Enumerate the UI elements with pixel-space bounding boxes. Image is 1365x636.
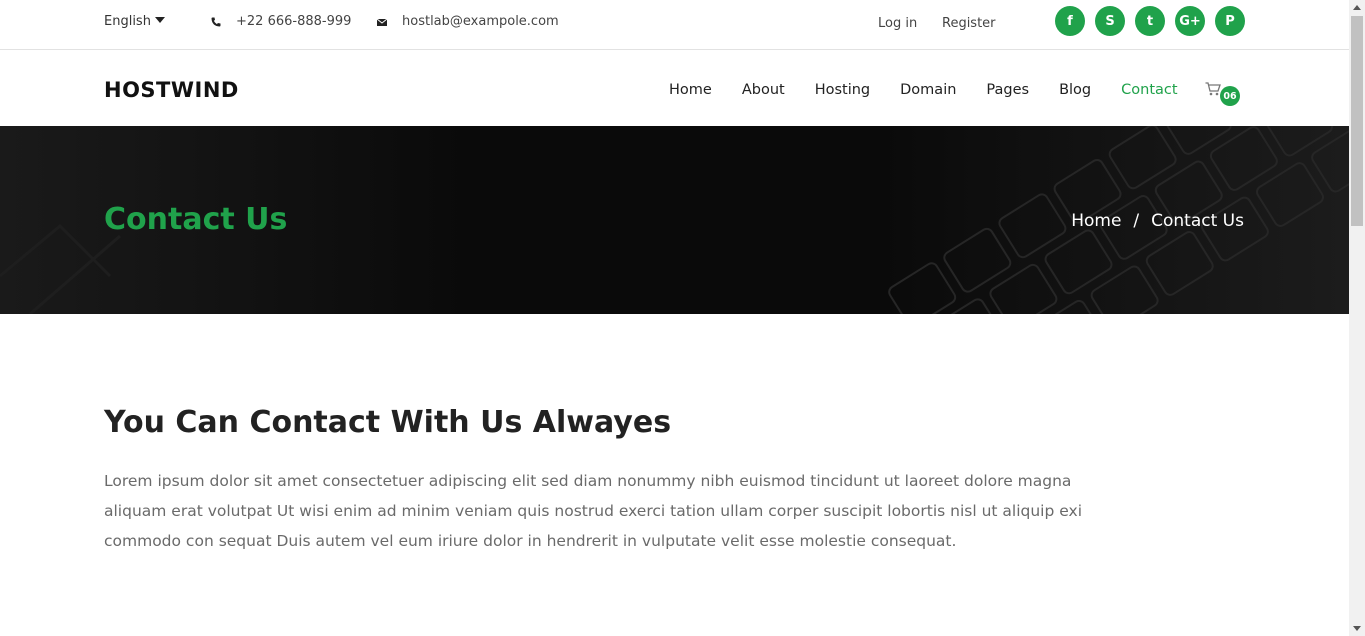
social-links: f S t G+ P (1055, 6, 1245, 36)
breadcrumb-current: Contact Us (1151, 211, 1244, 231)
breadcrumb: Home / Contact Us (1071, 211, 1244, 231)
facebook-icon[interactable]: f (1055, 6, 1085, 36)
language-label: English (104, 14, 151, 29)
google-plus-glyph: G+ (1179, 13, 1201, 29)
nav-item-contact[interactable]: Contact (1121, 82, 1177, 98)
pinterest-glyph: P (1225, 13, 1235, 29)
scroll-down-icon[interactable] (1353, 626, 1361, 631)
skype-icon[interactable]: S (1095, 6, 1125, 36)
nav-item-domain[interactable]: Domain (900, 82, 956, 98)
cart-count-badge: 06 (1220, 86, 1240, 106)
envelope-icon (376, 18, 388, 26)
phone-number: +22 666-888-999 (236, 14, 352, 29)
email-info: hostlab@exampole.com (376, 14, 559, 29)
scroll-up-icon[interactable] (1353, 5, 1361, 10)
login-link[interactable]: Log in (878, 16, 917, 31)
page-title: Contact Us (104, 202, 288, 237)
breadcrumb-separator: / (1133, 211, 1140, 231)
section-heading: You Can Contact With Us Alwayes (104, 405, 672, 440)
facebook-glyph: f (1067, 13, 1073, 29)
twitter-glyph: t (1146, 13, 1154, 29)
scrollbar-thumb[interactable] (1351, 16, 1363, 226)
phone-info: +22 666-888-999 (210, 14, 351, 29)
nav-item-about[interactable]: About (742, 82, 785, 98)
breadcrumb-home[interactable]: Home (1071, 211, 1121, 231)
caret-down-icon (154, 17, 165, 23)
page-scrollbar[interactable] (1349, 0, 1365, 636)
phone-icon (211, 17, 221, 26)
main-menu: Home About Hosting Domain Pages Blog Con… (669, 82, 1178, 98)
cart-button[interactable]: 06 (1205, 81, 1240, 106)
top-bar: English +22 666-888-999 hostlab@exampole… (0, 0, 1349, 50)
nav-item-pages[interactable]: Pages (986, 82, 1029, 98)
main-navbar: HOSTWIND Home About Hosting Domain Pages… (0, 51, 1349, 126)
pinterest-icon[interactable]: P (1215, 6, 1245, 36)
google-plus-icon[interactable]: G+ (1175, 6, 1205, 36)
language-selector[interactable]: English (104, 14, 165, 29)
page-banner: Contact Us Home / Contact Us (0, 126, 1349, 314)
nav-item-home[interactable]: Home (669, 82, 712, 98)
skype-glyph: S (1105, 13, 1115, 29)
nav-item-blog[interactable]: Blog (1059, 82, 1091, 98)
section-paragraph: Lorem ipsum dolor sit amet consectetuer … (104, 472, 1082, 550)
nav-item-hosting[interactable]: Hosting (815, 82, 870, 98)
cart-icon (1205, 82, 1221, 96)
register-link[interactable]: Register (942, 16, 996, 31)
email-address: hostlab@exampole.com (402, 14, 559, 29)
site-logo[interactable]: HOSTWIND (104, 78, 239, 102)
twitter-icon[interactable]: t (1135, 6, 1165, 36)
